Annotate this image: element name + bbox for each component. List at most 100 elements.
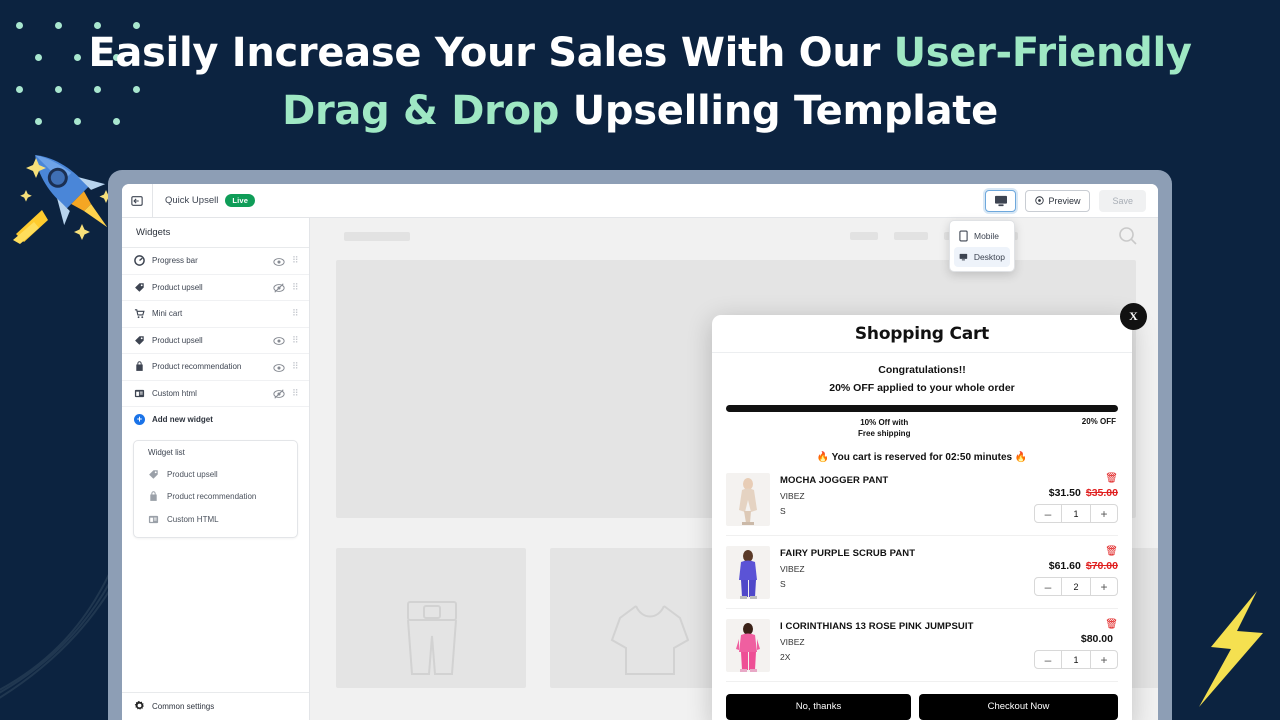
- widgets-sidebar: Widgets Progress bar ⠿ Product upsell ⠿: [122, 218, 310, 720]
- trash-icon[interactable]: 🗑: [1105, 546, 1118, 557]
- widget-list-item-product-upsell[interactable]: Product upsell: [134, 463, 297, 486]
- headline-line1-highlight: User-Friendly: [893, 30, 1192, 76]
- progress-bar-icon: [134, 255, 145, 267]
- sidebar-item-product-upsell-1[interactable]: Product upsell ⠿: [122, 275, 309, 301]
- drag-handle-icon[interactable]: ⠿: [292, 308, 299, 319]
- exit-app-icon[interactable]: [122, 195, 152, 207]
- shopping-cart-modal: Shopping Cart Congratulations!! 20% OFF …: [712, 315, 1132, 720]
- visibility-eye-off-icon[interactable]: [273, 281, 285, 293]
- trash-icon[interactable]: 🗑: [1105, 473, 1118, 484]
- add-new-widget-button[interactable]: + Add new widget: [122, 407, 309, 431]
- sidebar-item-progress-bar[interactable]: Progress bar ⠿: [122, 248, 309, 275]
- preview-button[interactable]: Preview: [1025, 189, 1091, 212]
- product-compare-price: $70.00: [1085, 560, 1118, 572]
- device-option-mobile[interactable]: Mobile: [954, 225, 1010, 247]
- widget-list-item-label: Product recommendation: [167, 492, 257, 502]
- drag-handle-icon[interactable]: ⠿: [292, 282, 299, 293]
- visibility-eye-icon[interactable]: [273, 361, 285, 373]
- sidebar-item-product-recommendation[interactable]: Product recommendation ⠿: [122, 354, 309, 381]
- cart-close-button[interactable]: X: [1120, 303, 1147, 330]
- cart-content[interactable]: Congratulations!! 20% OFF applied to you…: [712, 353, 1132, 685]
- device-dropdown-menu[interactable]: Mobile Desktop: [949, 220, 1015, 272]
- plus-icon: +: [134, 413, 145, 425]
- congrats-text: Congratulations!!: [878, 364, 966, 376]
- product-title: FAIRY PURPLE SCRUB PANT: [780, 548, 916, 559]
- tier-mid-label: 10% Off with Free shipping: [858, 417, 910, 439]
- status-badge: Live: [225, 194, 256, 207]
- search-icon: [1119, 227, 1137, 245]
- drag-handle-icon[interactable]: ⠿: [292, 388, 299, 399]
- cart-line-item: FAIRY PURPLE SCRUB PANT VIBEZ S 🗑 $61.60…: [726, 536, 1118, 609]
- widget-list-item-label: Product upsell: [167, 469, 218, 479]
- save-button[interactable]: Save: [1099, 189, 1146, 212]
- product-thumbnail[interactable]: [726, 619, 770, 672]
- drag-handle-icon[interactable]: ⠿: [292, 335, 299, 346]
- device-option-desktop-label: Desktop: [973, 252, 1005, 262]
- cart-line-item: I CORINTHIANS 13 ROSE PINK JUMPSUIT VIBE…: [726, 609, 1118, 682]
- widget-list-item-product-recommendation[interactable]: Product recommendation: [134, 486, 297, 509]
- add-new-widget-label: Add new widget: [152, 414, 213, 424]
- pants-lineart-icon: [407, 601, 457, 675]
- quantity-value[interactable]: 1: [1061, 505, 1091, 522]
- product-thumbnail[interactable]: [726, 546, 770, 599]
- visibility-eye-icon[interactable]: [273, 334, 285, 346]
- price-row: $31.50 $35.00: [1049, 487, 1118, 499]
- tier-mid-line2: Free shipping: [858, 429, 911, 438]
- drag-handle-icon[interactable]: ⠿: [292, 255, 299, 266]
- quantity-value[interactable]: 1: [1061, 651, 1091, 668]
- decline-button[interactable]: No, thanks: [726, 693, 911, 720]
- product-brand: VIBEZ: [780, 637, 805, 647]
- cart-title: Shopping Cart: [712, 315, 1132, 353]
- product-thumbnail[interactable]: [726, 473, 770, 526]
- sidebar-item-mini-cart[interactable]: Mini cart ⠿: [122, 301, 309, 328]
- product-info: MOCHA JOGGER PANT VIBEZ S: [780, 473, 1002, 526]
- drag-handle-icon[interactable]: ⠿: [292, 361, 299, 372]
- tier-end-label: 20% OFF: [1081, 417, 1116, 426]
- preview-canvas: X Shopping Cart Congratulations!! 20% OF…: [310, 218, 1158, 720]
- discount-message: 20% OFF applied to your whole order: [829, 382, 1015, 394]
- quantity-increase-button[interactable]: +: [1091, 651, 1117, 668]
- app-title: Quick Upsell: [165, 195, 219, 206]
- widget-label: Custom html: [152, 388, 197, 398]
- price-row: $61.60 $70.00: [1049, 560, 1118, 572]
- product-price: $61.60: [1048, 560, 1081, 572]
- quantity-decrease-button[interactable]: –: [1035, 578, 1061, 595]
- quantity-stepper[interactable]: – 2 +: [1034, 577, 1118, 596]
- product-price: $80.00: [1080, 633, 1113, 645]
- app-title-group: Quick Upsell Live: [153, 194, 985, 207]
- cart-line-item: MOCHA JOGGER PANT VIBEZ S 🗑 $31.50 $35.0…: [726, 463, 1118, 536]
- device-option-desktop[interactable]: Desktop: [954, 247, 1010, 267]
- gear-icon: [134, 700, 145, 713]
- code-block-icon: [134, 388, 145, 399]
- placeholder-logo: [344, 232, 410, 241]
- quantity-value[interactable]: 2: [1061, 578, 1091, 595]
- quantity-increase-button[interactable]: +: [1091, 578, 1117, 595]
- laptop-frame: Quick Upsell Live Preview Save Mobile De…: [108, 170, 1172, 720]
- quantity-stepper[interactable]: – 1 +: [1034, 650, 1118, 669]
- widget-rows: Progress bar ⠿ Product upsell ⠿ Mini car…: [122, 248, 309, 407]
- sidebar-header: Widgets: [122, 218, 309, 248]
- headline-line1-text: Easily Increase Your Sales With Our: [88, 30, 894, 76]
- common-settings-label: Common settings: [152, 702, 215, 711]
- trash-icon[interactable]: 🗑: [1105, 619, 1118, 630]
- placeholder-nav-item: [850, 232, 878, 240]
- common-settings-button[interactable]: Common settings: [122, 692, 309, 720]
- visibility-eye-icon[interactable]: [273, 255, 285, 267]
- headline-line2-highlight: Drag & Drop: [282, 88, 560, 134]
- quantity-decrease-button[interactable]: –: [1035, 505, 1061, 522]
- widget-label: Product upsell: [152, 335, 203, 345]
- widget-list-item-custom-html[interactable]: Custom HTML: [134, 508, 297, 531]
- quantity-increase-button[interactable]: +: [1091, 505, 1117, 522]
- device-option-mobile-label: Mobile: [974, 231, 1000, 241]
- visibility-eye-off-icon[interactable]: [273, 387, 285, 399]
- widget-list-title: Widget list: [148, 448, 185, 457]
- device-selector-button[interactable]: [985, 189, 1017, 212]
- sidebar-item-product-upsell-2[interactable]: Product upsell ⠿: [122, 328, 309, 354]
- quantity-decrease-button[interactable]: –: [1035, 651, 1061, 668]
- checkout-button[interactable]: Checkout Now: [919, 693, 1118, 720]
- widget-list-item-label: Custom HTML: [167, 514, 219, 524]
- quantity-stepper[interactable]: – 1 +: [1034, 504, 1118, 523]
- widget-label: Progress bar: [152, 256, 198, 266]
- desktop-icon: [959, 253, 968, 261]
- sidebar-item-custom-html[interactable]: Custom html ⠿: [122, 381, 309, 407]
